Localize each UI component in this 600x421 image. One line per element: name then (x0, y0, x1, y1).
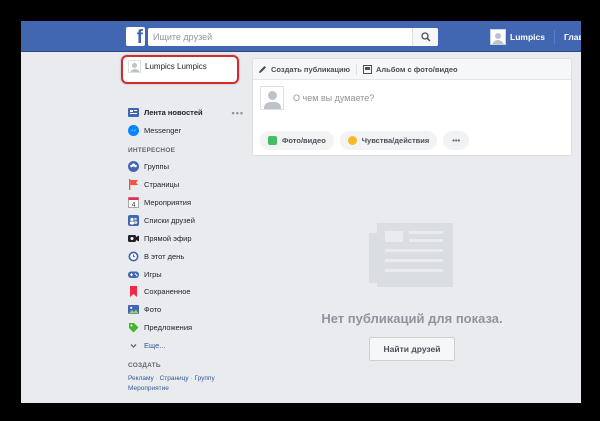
sidebar-item-label: Группы (144, 162, 169, 172)
sidebar-item-label: Фото (144, 305, 162, 315)
avatar[interactable] (490, 29, 506, 45)
facebook-logo[interactable]: f (126, 27, 145, 48)
photo-icon (268, 136, 277, 145)
events-icon-day: 4 (132, 202, 136, 209)
sidebar-item-label: Прямой эфир (144, 233, 192, 243)
album-icon (363, 64, 372, 74)
create-page-link[interactable]: Страницу (160, 375, 189, 382)
sidebar-item-label: Messenger (144, 126, 182, 136)
more-actions-button[interactable]: ••• (443, 131, 470, 150)
empty-feed-illustration (369, 223, 453, 287)
sidebar-item-more[interactable]: Еще... (128, 337, 244, 355)
composer-tabs: Создать публикацию Альбом с фото/видео (253, 59, 571, 80)
sidebar-item-friend-lists[interactable]: Списки друзей (128, 211, 244, 229)
feeling-activity-button[interactable]: Чувства/действия (339, 131, 438, 150)
events-icon: 4 (128, 197, 139, 209)
sidebar-item-label: В этот день (144, 251, 185, 261)
search-button[interactable] (412, 28, 438, 46)
empty-feed-message: Нет публикаций для показа. (321, 311, 503, 326)
pages-icon (128, 179, 139, 191)
photos-icon (128, 304, 139, 315)
photo-video-button[interactable]: Фото/видео (260, 131, 334, 150)
top-user-area: Lumpics Главная (490, 28, 581, 46)
pencil-icon (259, 65, 266, 73)
sidebar-item-messenger[interactable]: Messenger (128, 122, 244, 140)
games-icon (128, 269, 139, 280)
smiley-icon (347, 136, 357, 145)
more-options-icon[interactable]: ••• (232, 108, 244, 118)
sidebar-item-photos[interactable]: Фото (128, 301, 244, 319)
news-feed-icon (128, 107, 139, 118)
sidebar-item-label: Лента новостей (144, 108, 203, 118)
on-this-day-icon (128, 251, 139, 262)
sidebar-item-pages[interactable]: Страницы (128, 176, 244, 194)
sidebar-item-groups[interactable]: Группы (128, 158, 244, 176)
sidebar-item-on-this-day[interactable]: В этот день (128, 247, 244, 265)
create-links: Рекламу · Страницу · Группу Мероприятие (128, 374, 244, 394)
create-group-link[interactable]: Группу (194, 375, 214, 382)
sidebar-item-label: Мероприятия (144, 198, 192, 207)
groups-icon (128, 161, 139, 173)
sidebar-item-label: Страницы (144, 180, 180, 190)
app-window: f Lumpics Главная Lumpics Lumpics (21, 21, 581, 403)
saved-icon (128, 286, 139, 298)
sidebar-item-offers[interactable]: Предложения (128, 319, 244, 337)
sidebar-profile-link[interactable]: Lumpics Lumpics (128, 60, 207, 73)
avatar-silhouette (492, 33, 504, 44)
create-ad-link[interactable]: Рекламу (128, 375, 154, 382)
messenger-icon (128, 125, 139, 137)
home-link[interactable]: Главная (564, 32, 581, 42)
search-icon (421, 32, 431, 42)
avatar-silhouette (263, 91, 281, 109)
friend-lists-icon (128, 214, 139, 226)
sidebar-item-news-feed[interactable]: Лента новостей ••• (128, 104, 244, 122)
divider (553, 30, 555, 44)
sidebar-profile-name: Lumpics Lumpics (145, 62, 207, 71)
sidebar-nav: Лента новостей ••• Messenger ИНТЕРЕСНОЕ … (128, 104, 244, 394)
facebook-logo-letter: f (136, 27, 143, 48)
tab-photo-album[interactable]: Альбом с фото/видео (363, 64, 458, 74)
sidebar-item-saved[interactable]: Сохраненное (128, 283, 244, 301)
composer-prompt[interactable]: О чем вы думаете? (293, 93, 374, 103)
sidebar-item-label: Списки друзей (144, 215, 195, 225)
sidebar-item-events[interactable]: 4 Мероприятия (128, 194, 244, 212)
more-actions-dots: ••• (452, 136, 461, 145)
section-header-create: СОЗДАТЬ (128, 362, 161, 370)
live-video-icon (128, 233, 139, 244)
offers-icon (128, 322, 139, 333)
feeling-activity-label: Чувства/действия (361, 136, 430, 145)
tab-create-post-label: Создать публикацию (271, 64, 350, 74)
chevron-down-icon (128, 340, 139, 351)
profile-link[interactable]: Lumpics (510, 32, 545, 42)
composer-body[interactable]: О чем вы думаете? (253, 80, 571, 124)
create-event-link[interactable]: Мероприятие (128, 385, 169, 392)
avatar-silhouette (129, 63, 140, 72)
sidebar-item-label: Игры (144, 269, 162, 279)
tab-create-post[interactable]: Создать публикацию (258, 65, 350, 74)
divider (356, 63, 357, 75)
find-friends-button[interactable]: Найти друзей (369, 337, 455, 361)
search-box (148, 28, 438, 46)
sidebar-item-label: Сохраненное (144, 287, 191, 297)
section-header-interesting: ИНТЕРЕСНОЕ (128, 147, 176, 155)
sidebar-item-label: Предложения (144, 323, 193, 333)
composer-actions: Фото/видео Чувства/действия ••• (260, 131, 475, 150)
tab-photo-album-label: Альбом с фото/видео (376, 64, 458, 74)
photo-video-label: Фото/видео (282, 136, 326, 145)
search-input[interactable] (148, 28, 410, 46)
sidebar-item-live-video[interactable]: Прямой эфир (128, 229, 244, 247)
post-composer: Создать публикацию Альбом с фото/видео О… (252, 58, 572, 156)
sidebar-item-label: Еще... (144, 341, 166, 351)
avatar (128, 60, 141, 73)
sidebar-item-games[interactable]: Игры (128, 265, 244, 283)
top-navigation-bar: f Lumpics Главная (21, 21, 581, 52)
avatar (260, 86, 284, 110)
